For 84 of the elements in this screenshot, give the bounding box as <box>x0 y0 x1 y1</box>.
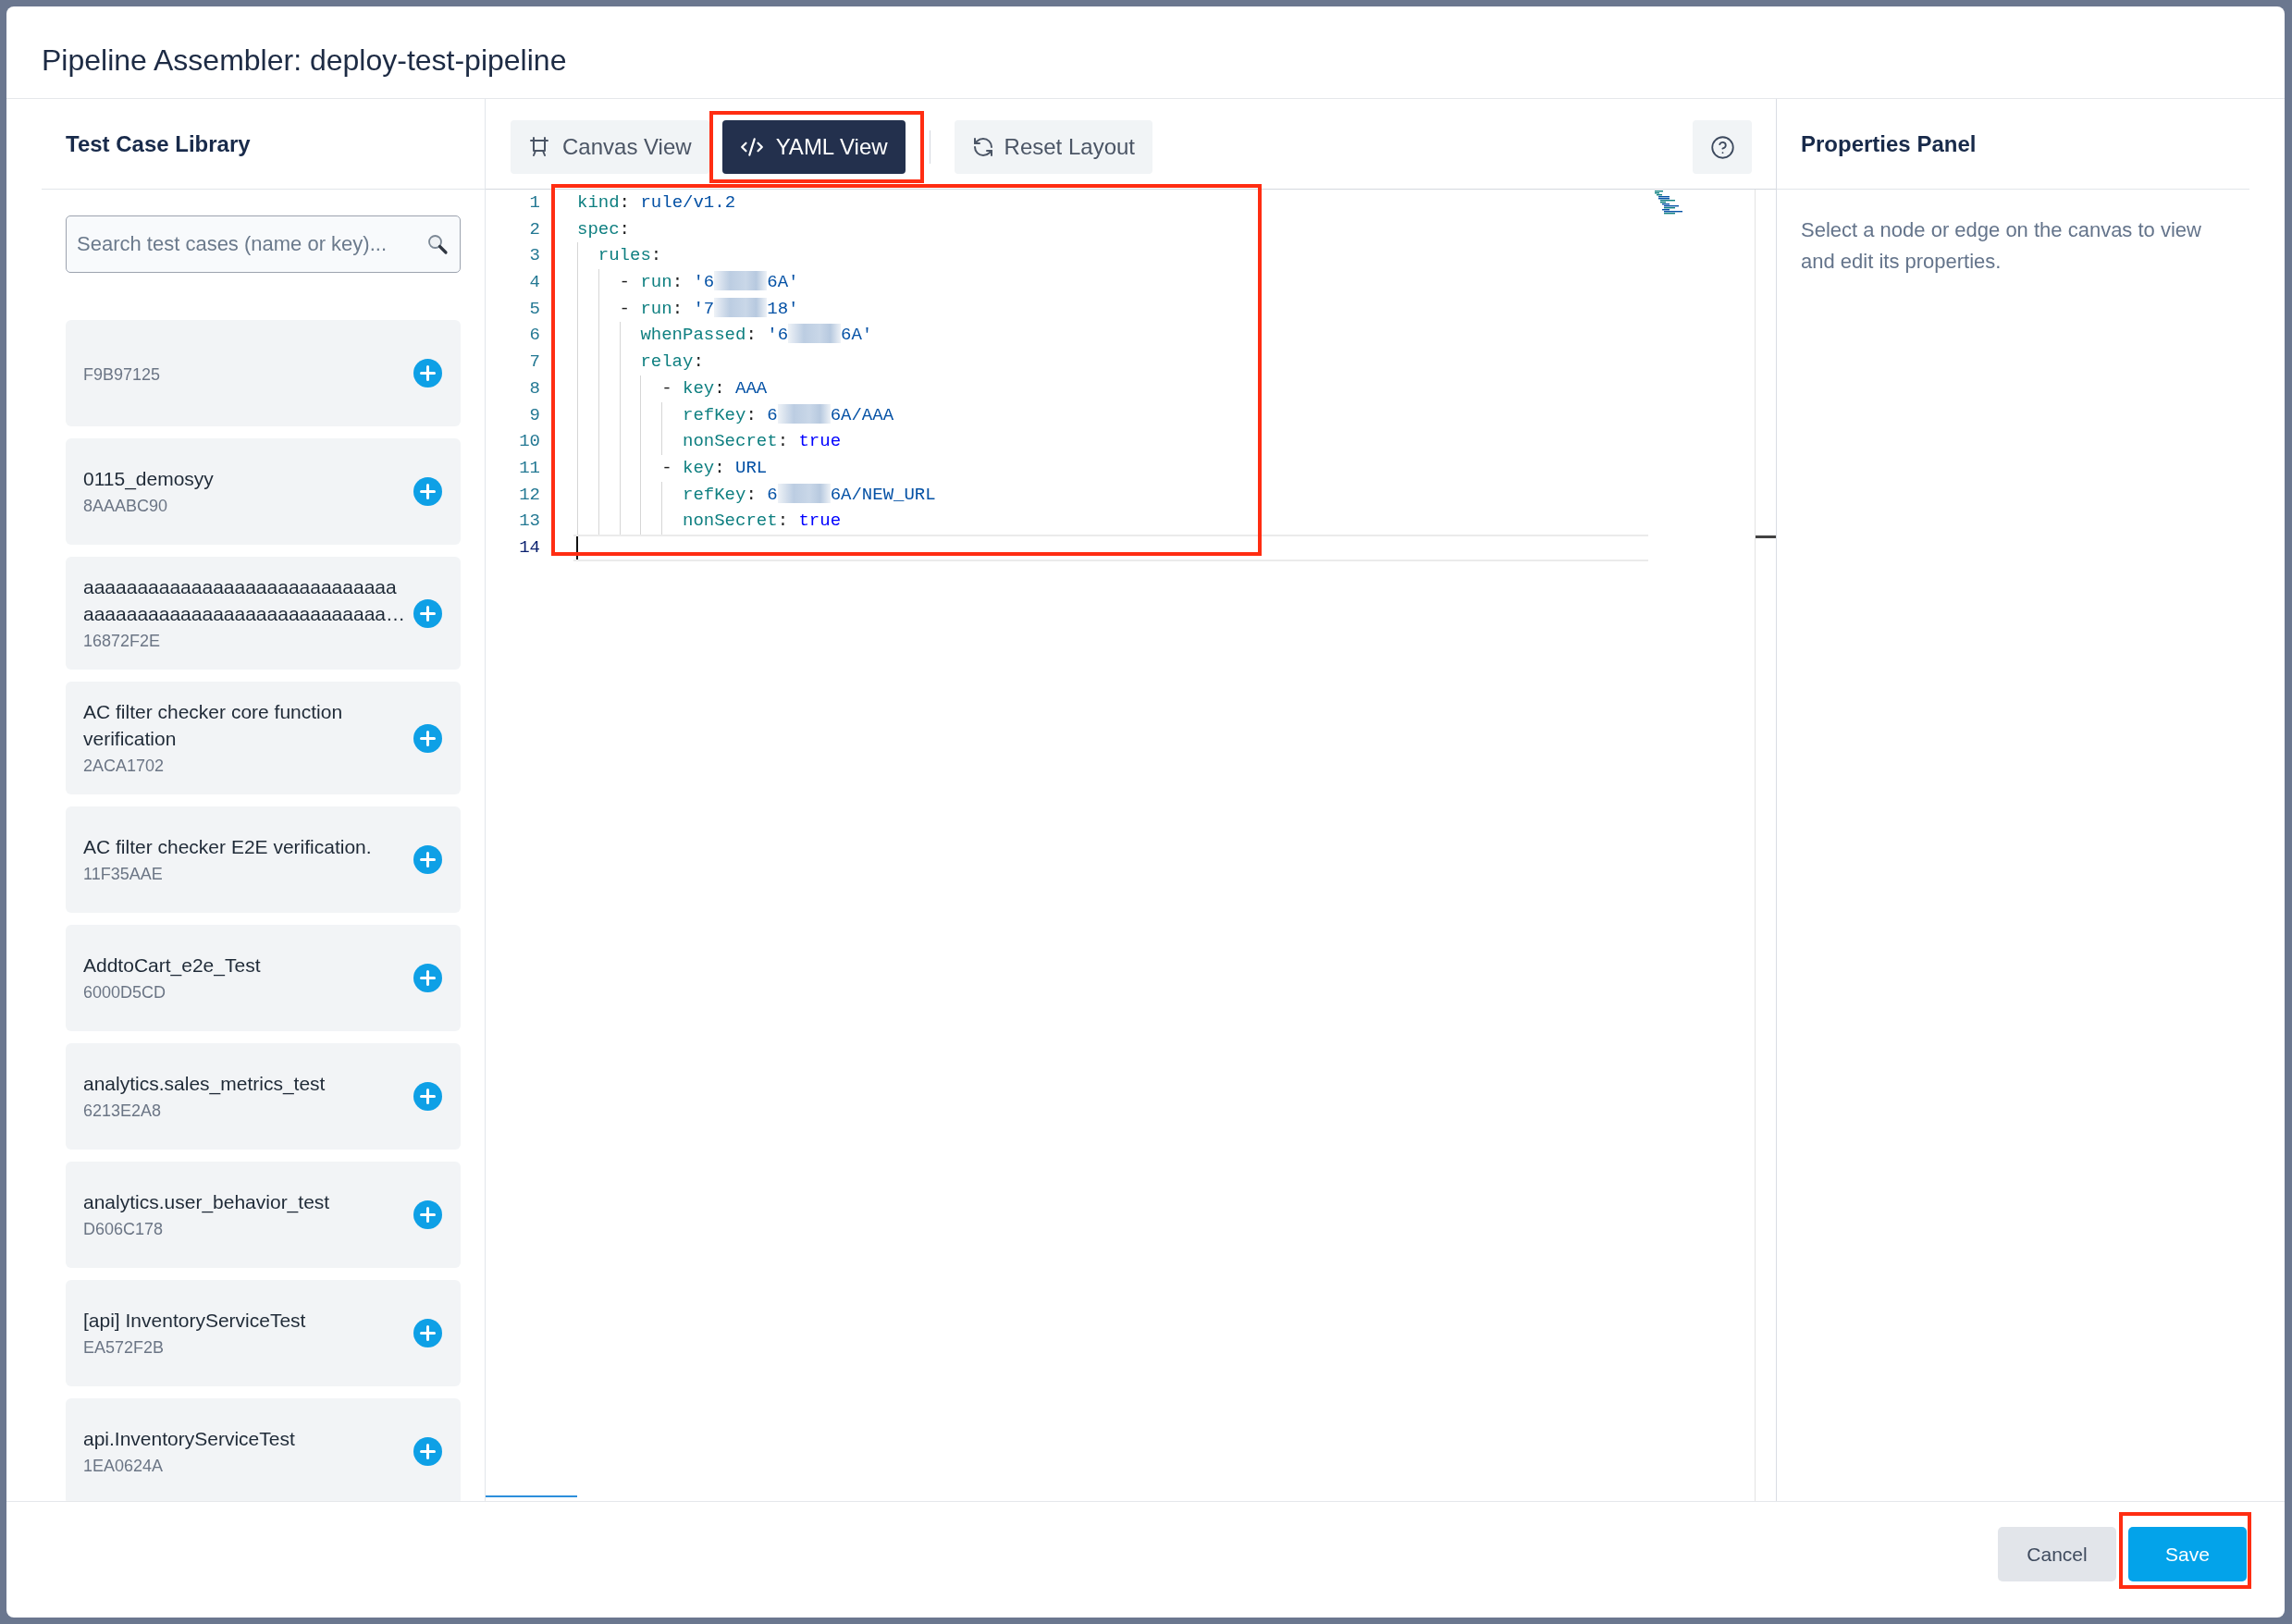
test-case-name: aaaaaaaaaaaaaaaaaaaaaaaaaaaaaaaaaaaaaaaaaaaaaaaaaaaaaaaaa… <box>83 575 406 626</box>
blurred-text <box>714 297 768 317</box>
line-number: 13 <box>518 510 541 534</box>
line-number: 5 <box>528 297 541 321</box>
help-button[interactable] <box>1693 120 1752 174</box>
line-number: 4 <box>528 271 541 295</box>
panel-title: Properties Panel <box>1801 129 1977 158</box>
line-number: 12 <box>518 483 541 507</box>
scrollbar-thumb[interactable] <box>486 1495 577 1497</box>
test-case-key: D606C178 <box>83 1217 406 1241</box>
code-text: 6A/AAA <box>830 404 894 425</box>
test-case-name: AddtoCart_e2e_Test <box>83 953 262 978</box>
code-text: 6A' <box>841 325 873 346</box>
test-case-key: 11F35AAE <box>83 862 406 886</box>
test-case-name: 0115_demosyy <box>83 467 215 492</box>
dialog-title: Pipeline Assembler: deploy-test-pipeline <box>42 43 568 77</box>
code-line: rules: <box>598 245 662 266</box>
plus-circle-icon[interactable] <box>413 477 442 506</box>
line-number: 6 <box>528 324 541 348</box>
blurred-text <box>714 271 768 291</box>
panel-title: Test Case Library <box>66 129 251 158</box>
code-line: kind: rule/v1.2 <box>577 192 736 213</box>
code-line: - key: AAA <box>661 377 768 399</box>
code-line: nonSecret: true <box>683 431 842 452</box>
plus-circle-icon[interactable] <box>413 1082 442 1111</box>
plus-circle-icon[interactable] <box>413 845 442 874</box>
line-number: 14 <box>518 535 541 560</box>
search-field[interactable]: Search test cases (name or key)... <box>66 215 461 273</box>
test-case-key: F9B97125 <box>83 362 406 387</box>
plus-circle-icon[interactable] <box>413 598 442 628</box>
test-case-key: 6000D5CD <box>83 980 406 1004</box>
frame-icon <box>528 136 550 158</box>
line-number: 1 <box>528 191 541 215</box>
code-text: 18' <box>767 298 799 319</box>
test-case-name: analytics.user_behavior_test <box>83 1190 331 1215</box>
code-text: refKey: 6 <box>683 484 778 505</box>
code-text: - run: '6 <box>619 272 715 293</box>
line-number: 11 <box>518 456 541 480</box>
help-icon <box>1709 134 1735 160</box>
test-case-key: 2ACA1702 <box>83 754 406 778</box>
code-text: whenPassed: '6 <box>640 325 789 346</box>
text-cursor <box>576 535 578 560</box>
test-case-name: analytics.sales_metrics_test <box>83 1072 327 1097</box>
reset-layout-button[interactable]: Reset Layout <box>954 120 1152 174</box>
test-case-name: api.InventoryServiceTest <box>83 1427 296 1451</box>
code-line: relay: <box>640 351 704 373</box>
plus-circle-icon[interactable] <box>413 1437 442 1466</box>
refresh-icon <box>971 136 994 158</box>
code-line: spec: <box>577 218 630 240</box>
view-tab[interactable]: Canvas View <box>511 120 709 174</box>
test-case-key: 6213E2A8 <box>83 1099 406 1123</box>
code-text: refKey: 6 <box>683 404 778 425</box>
plus-circle-icon[interactable] <box>413 723 442 753</box>
test-case-name: AC filter checker E2E verification. <box>83 835 373 859</box>
line-number: 2 <box>528 217 541 241</box>
plus-circle-icon[interactable] <box>413 1319 442 1347</box>
test-case-name: AC filter checker core function verification <box>83 700 344 751</box>
code-icon <box>739 135 764 159</box>
blurred-text <box>777 483 831 503</box>
blurred-text <box>777 403 831 424</box>
cancel-button[interactable]: Cancel <box>1998 1527 2116 1581</box>
search-icon <box>426 233 449 255</box>
plus-circle-icon[interactable] <box>413 964 442 992</box>
line-number: 8 <box>528 376 541 400</box>
line-number: 3 <box>528 244 541 268</box>
code-line: - key: URL <box>661 457 768 478</box>
scroll-position-marker <box>1756 535 1776 538</box>
test-case-key: 1EA0624A <box>83 1454 406 1478</box>
line-number: 9 <box>528 403 541 427</box>
blurred-text <box>788 324 842 344</box>
code-text: - run: '7 <box>619 298 715 319</box>
line-number: 10 <box>518 430 541 454</box>
test-case-name: [api] InventoryServiceTest <box>83 1309 307 1333</box>
test-case-key: EA572F2B <box>83 1335 406 1359</box>
plus-circle-icon[interactable] <box>413 359 442 388</box>
test-case-key: 16872F2E <box>83 629 406 653</box>
test-case-key: 8AAABC90 <box>83 494 406 518</box>
view-tab[interactable]: YAML View <box>721 120 906 174</box>
line-number: 7 <box>528 351 541 375</box>
plus-circle-icon[interactable] <box>413 1200 442 1229</box>
properties-hint: Select a node or edge on the canvas to view and edit its properties. <box>1801 217 2202 275</box>
code-line: nonSecret: true <box>683 511 842 532</box>
code-text: 6A/NEW_URL <box>830 484 936 505</box>
code-text: 6A' <box>767 272 799 293</box>
